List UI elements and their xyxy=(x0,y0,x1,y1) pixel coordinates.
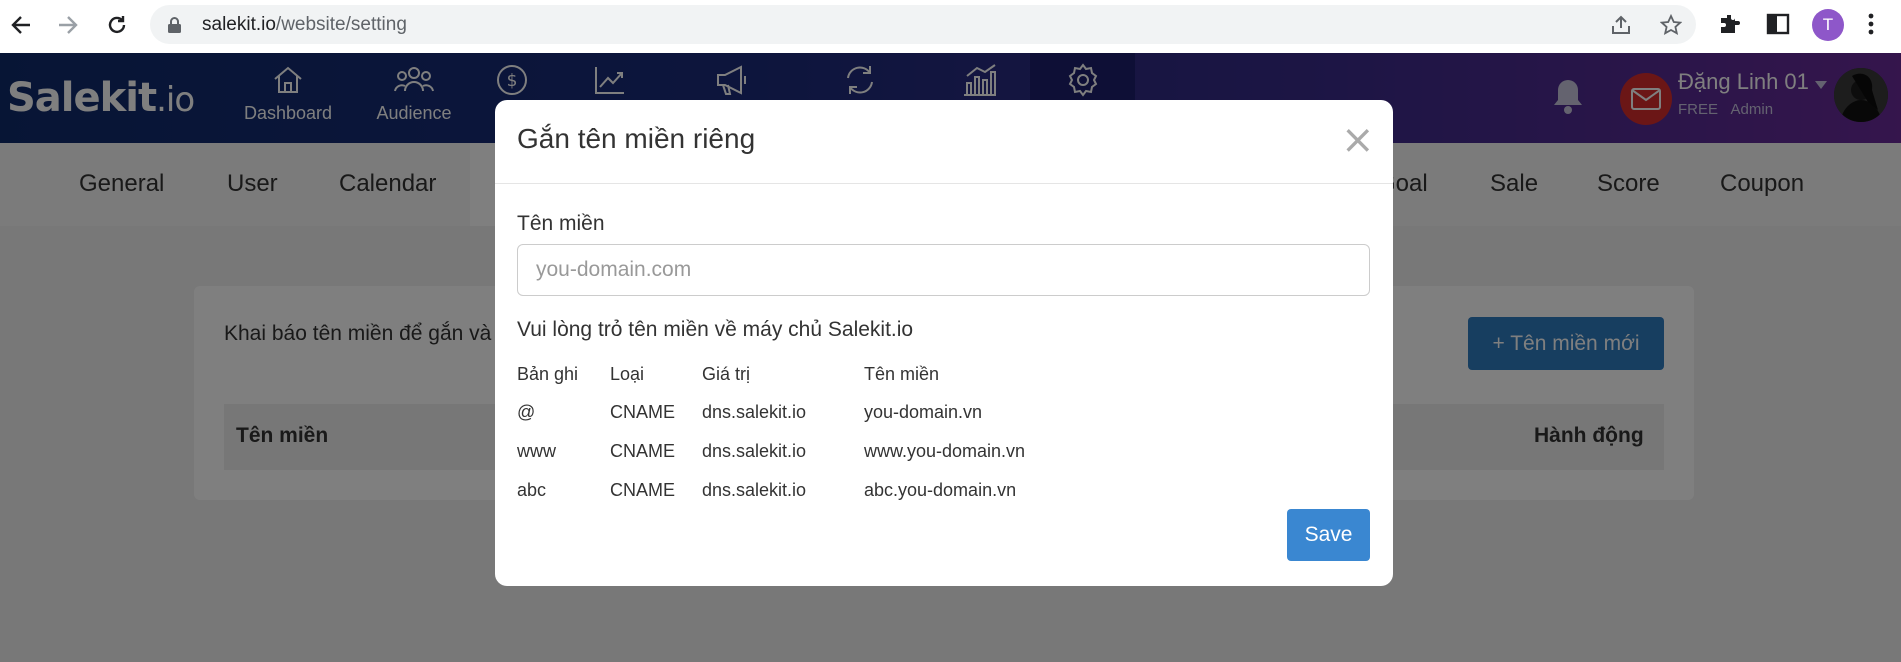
custom-domain-modal: Gắn tên miền riêng × Tên miền Vui lòng t… xyxy=(495,100,1393,586)
domain-field-label: Tên miền xyxy=(517,212,605,235)
share-icon[interactable] xyxy=(1610,14,1632,36)
dns-header-record: Bản ghi xyxy=(517,364,579,384)
domain-input[interactable] xyxy=(517,244,1370,296)
dns-cell: dns.salekit.io xyxy=(702,441,807,461)
dns-cell: www.you-domain.vn xyxy=(864,441,1026,461)
side-panel-icon[interactable] xyxy=(1766,12,1792,38)
modal-title: Gắn tên miền riêng xyxy=(517,123,756,154)
browser-profile-avatar[interactable]: T xyxy=(1812,9,1844,41)
dns-cell: dns.salekit.io xyxy=(702,480,807,500)
dns-cell: www xyxy=(517,441,556,461)
address-bar[interactable]: salekit.io/website/setting xyxy=(150,5,1696,44)
forward-arrow-icon[interactable] xyxy=(53,10,83,40)
modal-header: Gắn tên miền riêng × xyxy=(495,100,1393,184)
url-text: salekit.io/website/setting xyxy=(202,14,407,35)
save-button[interactable]: Save xyxy=(1287,509,1370,561)
star-icon[interactable] xyxy=(1659,13,1683,36)
dns-cell: CNAME xyxy=(610,480,676,500)
dns-cell: CNAME xyxy=(610,441,676,461)
dns-cell: dns.salekit.io xyxy=(702,402,807,422)
dns-cell: CNAME xyxy=(610,402,676,422)
browser-toolbar: salekit.io/website/setting T xyxy=(0,0,1901,53)
more-vertical-icon[interactable] xyxy=(1866,12,1892,38)
dns-cell: @ xyxy=(517,402,536,422)
extensions-puzzle-icon[interactable] xyxy=(1718,12,1744,38)
dns-instruction: Vui lòng trỏ tên miền về máy chủ Salekit… xyxy=(517,318,914,341)
lock-icon xyxy=(168,17,181,37)
dns-cell: abc xyxy=(517,480,547,500)
dns-cell: abc.you-domain.vn xyxy=(864,480,1017,500)
dns-cell: you-domain.vn xyxy=(864,402,983,422)
dns-header-domain: Tên miền xyxy=(864,364,940,384)
dns-header-value: Giá trị xyxy=(702,364,751,384)
dns-header-type: Loại xyxy=(610,364,645,384)
close-icon[interactable]: × xyxy=(1341,120,1375,160)
back-arrow-icon[interactable] xyxy=(6,10,36,40)
reload-icon[interactable] xyxy=(102,10,132,40)
